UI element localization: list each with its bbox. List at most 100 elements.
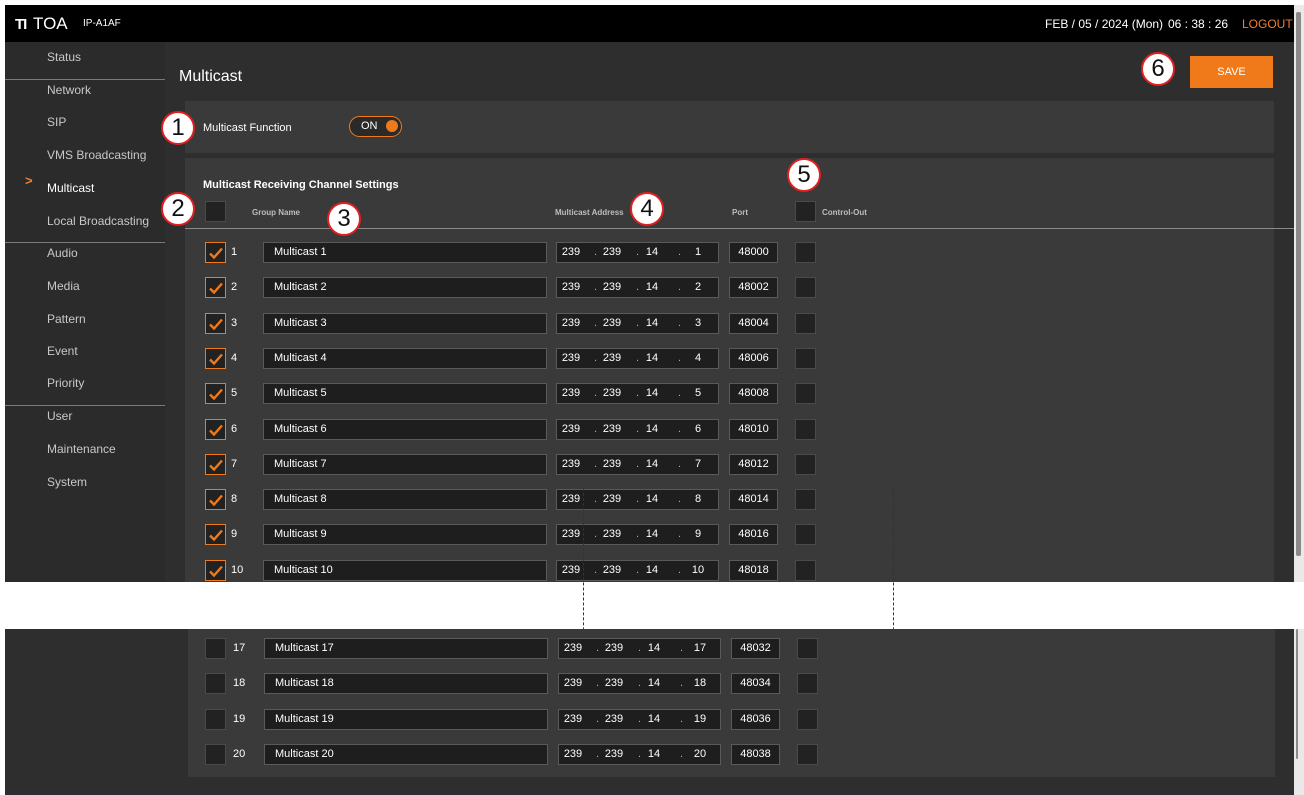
control-out-checkbox[interactable] <box>795 242 816 263</box>
multicast-address-input[interactable]: 239 239 14 3... <box>556 312 719 334</box>
multicast-address-input[interactable]: 239 239 14 17... <box>558 638 721 659</box>
multicast-address-input[interactable]: 239 239 14 1... <box>556 242 719 263</box>
group-name-input[interactable]: Multicast 7 <box>263 453 547 475</box>
select-all-checkbox[interactable] <box>205 201 226 222</box>
address-octet[interactable]: 239 <box>560 493 582 505</box>
group-name-input[interactable]: Multicast 6 <box>263 418 547 440</box>
control-out-all-checkbox[interactable] <box>795 201 816 222</box>
address-octet[interactable]: 19 <box>689 713 711 725</box>
address-octet[interactable]: 17 <box>689 642 711 654</box>
channel-enable-checkbox[interactable] <box>205 242 226 263</box>
address-octet[interactable]: 239 <box>601 528 623 540</box>
address-octet[interactable]: 239 <box>601 352 623 364</box>
address-octet[interactable]: 239 <box>560 246 582 258</box>
address-octet[interactable]: 239 <box>560 458 582 470</box>
control-out-checkbox[interactable] <box>795 524 816 546</box>
address-octet[interactable]: 239 <box>601 493 623 505</box>
group-name-input[interactable]: Multicast 18 <box>264 673 548 695</box>
control-out-checkbox[interactable] <box>795 277 816 299</box>
multicast-address-input[interactable]: 239 239 14 19... <box>558 708 721 730</box>
address-octet[interactable]: 14 <box>641 352 663 364</box>
address-octet[interactable]: 14 <box>643 677 665 689</box>
address-octet[interactable]: 239 <box>562 677 584 689</box>
address-octet[interactable]: 14 <box>643 748 665 760</box>
scrollbar-thumb-bottom[interactable] <box>1296 629 1298 759</box>
address-octet[interactable]: 239 <box>601 423 623 435</box>
address-octet[interactable]: 14 <box>643 642 665 654</box>
multicast-address-input[interactable]: 239 239 14 7... <box>556 453 719 475</box>
channel-enable-checkbox[interactable] <box>205 638 226 659</box>
address-octet[interactable]: 7 <box>687 458 709 470</box>
address-octet[interactable]: 3 <box>687 317 709 329</box>
address-octet[interactable]: 9 <box>687 528 709 540</box>
address-octet[interactable]: 4 <box>687 352 709 364</box>
sidebar-item-multicast[interactable]: Multicast > <box>5 173 165 203</box>
port-input[interactable]: 48018 <box>729 559 778 581</box>
port-input[interactable]: 48004 <box>729 312 778 334</box>
scrollbar-thumb-top[interactable] <box>1296 12 1301 556</box>
port-input[interactable]: 48002 <box>729 277 778 299</box>
address-octet[interactable]: 2 <box>687 281 709 293</box>
control-out-checkbox[interactable] <box>797 638 818 659</box>
channel-enable-checkbox[interactable] <box>205 418 226 440</box>
group-name-input[interactable]: Multicast 17 <box>264 638 548 659</box>
channel-enable-checkbox[interactable] <box>205 559 226 581</box>
port-input[interactable]: 48036 <box>731 708 780 730</box>
address-octet[interactable]: 239 <box>560 352 582 364</box>
control-out-checkbox[interactable] <box>795 489 816 511</box>
port-input[interactable]: 48034 <box>731 673 780 695</box>
control-out-checkbox[interactable] <box>797 708 818 730</box>
address-octet[interactable]: 239 <box>601 564 623 576</box>
address-octet[interactable]: 5 <box>687 387 709 399</box>
channel-enable-checkbox[interactable] <box>205 743 226 765</box>
group-name-input[interactable]: Multicast 3 <box>263 312 547 334</box>
address-octet[interactable]: 18 <box>689 677 711 689</box>
address-octet[interactable]: 6 <box>687 423 709 435</box>
address-octet[interactable]: 239 <box>603 677 625 689</box>
group-name-input[interactable]: Multicast 9 <box>263 524 547 546</box>
port-input[interactable]: 48032 <box>731 638 780 659</box>
group-name-input[interactable]: Multicast 10 <box>263 559 547 581</box>
address-octet[interactable]: 239 <box>560 387 582 399</box>
address-octet[interactable]: 14 <box>643 713 665 725</box>
address-octet[interactable]: 14 <box>641 246 663 258</box>
sidebar-item-sip[interactable]: SIP <box>5 107 165 137</box>
port-input[interactable]: 48014 <box>729 489 778 511</box>
port-input[interactable]: 48016 <box>729 524 778 546</box>
address-octet[interactable]: 239 <box>603 642 625 654</box>
control-out-checkbox[interactable] <box>795 383 816 405</box>
group-name-input[interactable]: Multicast 5 <box>263 383 547 405</box>
address-octet[interactable]: 14 <box>641 458 663 470</box>
address-octet[interactable]: 20 <box>689 748 711 760</box>
channel-enable-checkbox[interactable] <box>205 312 226 334</box>
control-out-checkbox[interactable] <box>795 418 816 440</box>
address-octet[interactable]: 239 <box>601 317 623 329</box>
channel-enable-checkbox[interactable] <box>205 524 226 546</box>
group-name-input[interactable]: Multicast 20 <box>264 743 548 765</box>
sidebar-item-local-broadcasting[interactable]: Local Broadcasting <box>5 206 165 236</box>
channel-enable-checkbox[interactable] <box>205 673 226 695</box>
address-octet[interactable]: 1 <box>687 246 709 258</box>
group-name-input[interactable]: Multicast 4 <box>263 347 547 369</box>
sidebar-item-maintenance[interactable]: Maintenance <box>5 434 165 464</box>
group-name-input[interactable]: Multicast 2 <box>263 277 547 299</box>
control-out-checkbox[interactable] <box>797 743 818 765</box>
port-input[interactable]: 48038 <box>731 743 780 765</box>
multicast-address-input[interactable]: 239 239 14 5... <box>556 383 719 405</box>
group-name-input[interactable]: Multicast 1 <box>263 242 547 263</box>
port-input[interactable]: 48012 <box>729 453 778 475</box>
address-octet[interactable]: 14 <box>641 423 663 435</box>
address-octet[interactable]: 14 <box>641 493 663 505</box>
group-name-input[interactable]: Multicast 19 <box>264 708 548 730</box>
address-octet[interactable]: 14 <box>641 317 663 329</box>
control-out-checkbox[interactable] <box>795 453 816 475</box>
port-input[interactable]: 48010 <box>729 418 778 440</box>
port-input[interactable]: 48000 <box>729 242 778 263</box>
address-octet[interactable]: 10 <box>687 564 709 576</box>
address-octet[interactable]: 8 <box>687 493 709 505</box>
address-octet[interactable]: 239 <box>601 458 623 470</box>
channel-enable-checkbox[interactable] <box>205 708 226 730</box>
multicast-address-input[interactable]: 239 239 14 8... <box>556 489 719 511</box>
address-octet[interactable]: 239 <box>601 387 623 399</box>
sidebar-item-priority[interactable]: Priority <box>5 368 165 398</box>
